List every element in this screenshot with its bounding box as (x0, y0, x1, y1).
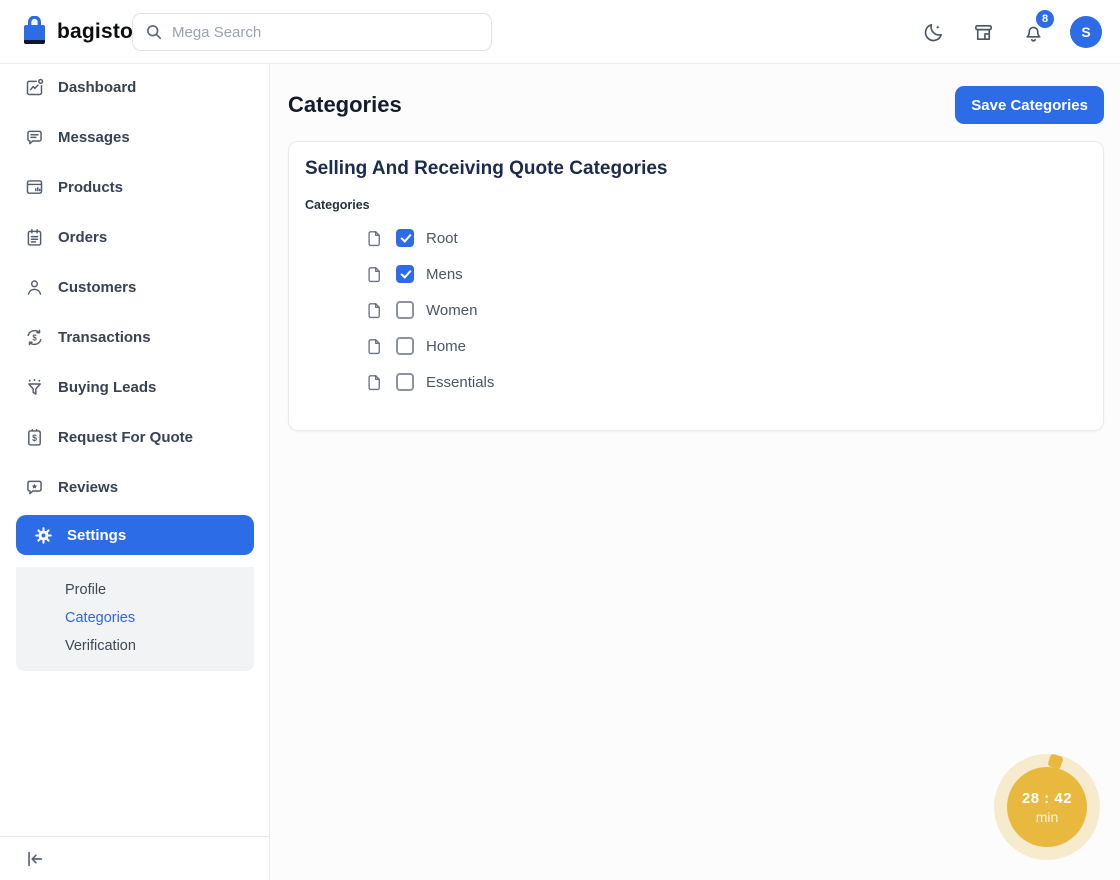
category-checkbox[interactable] (396, 337, 414, 355)
mega-search[interactable] (132, 13, 492, 51)
sidebar-item-label: Buying Leads (58, 379, 156, 396)
timer-time: 28 : 42 (1022, 790, 1072, 807)
customers-icon (24, 277, 45, 298)
timer-unit: min (1036, 809, 1059, 825)
logo-text: bagisto (57, 20, 133, 44)
orders-icon (24, 227, 45, 248)
avatar[interactable]: S (1070, 16, 1102, 48)
session-timer[interactable]: 28 : 42 min (1007, 767, 1087, 847)
sidebar-item-products[interactable]: Products (0, 164, 269, 210)
category-label: Root (426, 230, 458, 247)
category-checkbox[interactable] (396, 301, 414, 319)
sidebar-footer (0, 836, 269, 880)
main-content: Categories Save Categories Selling And R… (271, 64, 1120, 880)
category-label: Mens (426, 266, 463, 283)
page-title: Categories (288, 92, 402, 118)
submenu-item-verification[interactable]: Verification (65, 632, 254, 660)
sidebar-item-label: Orders (58, 229, 107, 246)
sidebar-item-label: Messages (58, 129, 130, 146)
file-icon (365, 301, 384, 320)
sidebar-item-label: Customers (58, 279, 136, 296)
svg-text:$: $ (32, 432, 37, 442)
bagisto-bag-icon (22, 16, 49, 48)
svg-text:$: $ (32, 333, 37, 342)
dark-mode-icon[interactable] (920, 19, 946, 45)
category-row-root: Root (365, 220, 1087, 256)
sidebar-item-request-for-quote[interactable]: $ Request For Quote (0, 414, 269, 460)
bell-icon[interactable]: 8 (1020, 19, 1046, 45)
file-icon (365, 229, 384, 248)
topbar-actions: 8 S (920, 0, 1102, 64)
category-label: Essentials (426, 374, 494, 391)
save-categories-button[interactable]: Save Categories (955, 86, 1104, 124)
dashboard-icon (24, 77, 45, 98)
buying-leads-icon (24, 377, 45, 398)
reviews-icon (24, 477, 45, 498)
settings-submenu: Profile Categories Verification (16, 567, 254, 671)
sidebar-item-customers[interactable]: Customers (0, 264, 269, 310)
notification-badge: 8 (1036, 10, 1054, 28)
category-checkbox[interactable] (396, 265, 414, 283)
sidebar-item-label: Settings (67, 527, 126, 544)
category-row-essentials: Essentials (365, 364, 1087, 400)
storefront-icon[interactable] (970, 19, 996, 45)
sidebar-item-label: Products (58, 179, 123, 196)
sidebar-item-label: Transactions (58, 329, 151, 346)
sidebar-item-label: Request For Quote (58, 429, 193, 446)
search-icon (145, 23, 163, 41)
sidebar-item-orders[interactable]: Orders (0, 214, 269, 260)
categories-card: Selling And Receiving Quote Categories C… (288, 141, 1104, 431)
categories-field-label: Categories (305, 198, 1087, 212)
sidebar-item-label: Dashboard (58, 79, 136, 96)
category-checkbox[interactable] (396, 373, 414, 391)
page-header: Categories Save Categories (288, 86, 1104, 124)
sidebar-item-label: Reviews (58, 479, 118, 496)
top-bar: bagisto 8 (0, 0, 1120, 64)
category-label: Home (426, 338, 466, 355)
submenu-item-categories[interactable]: Categories (65, 604, 254, 632)
category-label: Women (426, 302, 477, 319)
sidebar-item-messages[interactable]: Messages (0, 114, 269, 160)
logo[interactable]: bagisto (22, 16, 133, 48)
search-input[interactable] (172, 24, 479, 41)
submenu-item-profile[interactable]: Profile (65, 576, 254, 604)
messages-icon (24, 127, 45, 148)
category-row-home: Home (365, 328, 1087, 364)
category-row-women: Women (365, 292, 1087, 328)
sidebar-item-buying-leads[interactable]: Buying Leads (0, 364, 269, 410)
transactions-icon: $ (24, 327, 45, 348)
file-icon (365, 373, 384, 392)
sidebar-item-dashboard[interactable]: Dashboard (0, 64, 269, 110)
sidebar-item-transactions[interactable]: $ Transactions (0, 314, 269, 360)
request-for-quote-icon: $ (24, 427, 45, 448)
category-row-mens: Mens (365, 256, 1087, 292)
collapse-sidebar-icon[interactable] (24, 848, 46, 870)
sidebar-item-reviews[interactable]: Reviews (0, 464, 269, 510)
card-title: Selling And Receiving Quote Categories (305, 158, 1087, 180)
sidebar-item-settings[interactable]: Settings (16, 515, 254, 555)
category-checkbox[interactable] (396, 229, 414, 247)
file-icon (365, 265, 384, 284)
products-icon (24, 177, 45, 198)
file-icon (365, 337, 384, 356)
settings-icon (33, 525, 54, 546)
sidebar: Dashboard Messages Products (0, 64, 270, 880)
